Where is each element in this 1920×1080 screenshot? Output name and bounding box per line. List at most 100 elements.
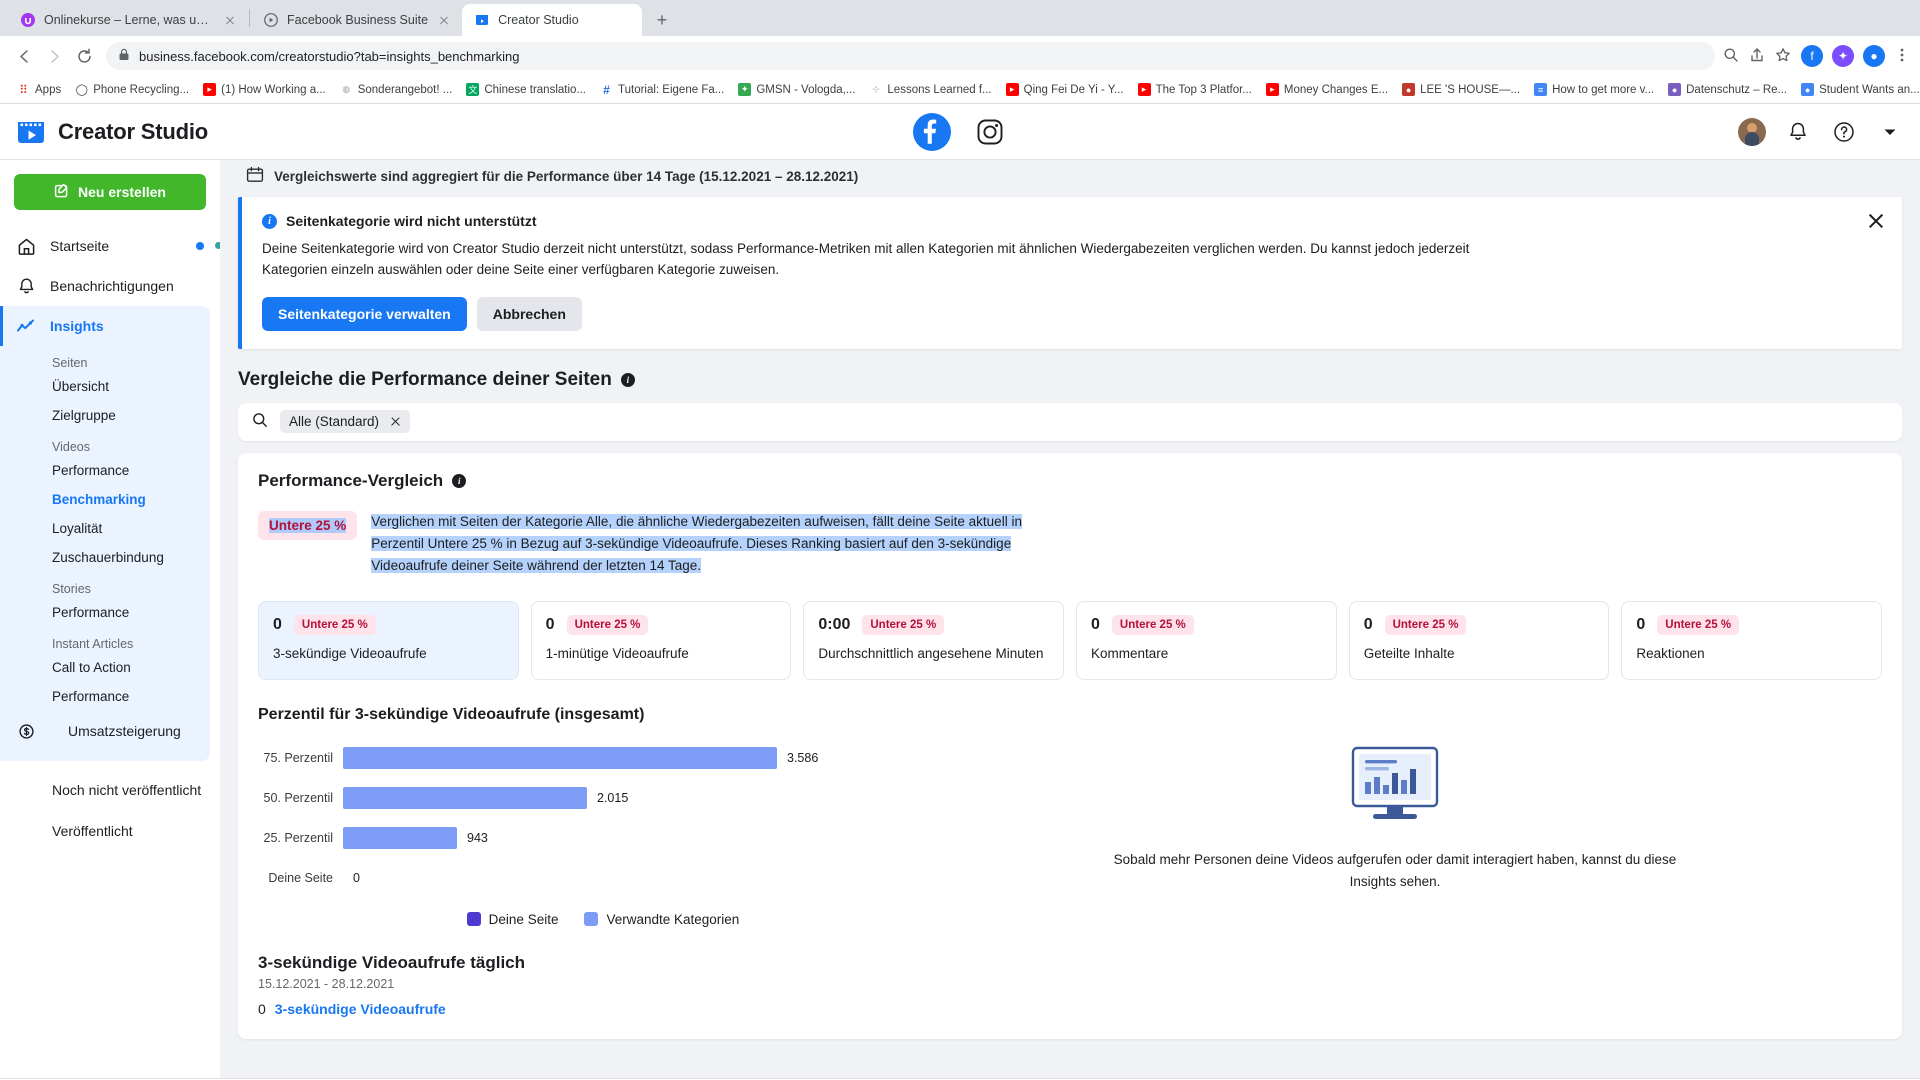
tab-instagram[interactable]	[973, 115, 1007, 149]
metric-card[interactable]: 0 Untere 25 % Kommentare	[1076, 600, 1337, 680]
bookmark-item[interactable]: ▸ Money Changes E...	[1259, 81, 1395, 98]
bookmark-label: GMSN - Vologda,...	[756, 83, 856, 96]
sidebar-group-heading: Videos	[52, 440, 90, 454]
legend-swatch	[584, 912, 599, 927]
extension-icon[interactable]: ✦	[1832, 45, 1854, 67]
close-icon[interactable]	[436, 12, 452, 28]
metric-card[interactable]: 0 Untere 25 % Reaktionen	[1621, 600, 1883, 680]
youtube-icon: ▸	[203, 83, 217, 96]
category-search-bar[interactable]: Alle (Standard)	[238, 402, 1902, 441]
hash-icon: #	[603, 82, 610, 97]
manage-category-button[interactable]: Seitenkategorie verwalten	[262, 296, 467, 331]
chrome-menu-icon[interactable]	[1894, 47, 1910, 66]
bookmark-item[interactable]: ● LEE 'S HOUSE—...	[1395, 81, 1527, 98]
metric-card[interactable]: 0 Untere 25 % 3-sekündige Videoaufrufe	[258, 600, 519, 680]
back-button[interactable]	[10, 42, 38, 70]
bookmark-item[interactable]: ◍ Sonderangebot! ...	[333, 81, 460, 98]
sidebar-item-zielgruppe[interactable]: Zielgruppe	[0, 401, 210, 430]
browser-tab-2[interactable]: Facebook Business Suite	[251, 4, 462, 36]
facebook-profile-icon[interactable]: ●	[1863, 45, 1885, 67]
tab-strip: Onlinekurse – Lerne, was und w Facebook …	[0, 0, 1920, 36]
avatar[interactable]	[1738, 117, 1766, 146]
bookmark-label: Qing Fei De Yi - Y...	[1023, 83, 1124, 96]
sidebar-item-stories-performance[interactable]: Performance	[0, 598, 210, 627]
sidebar-item-zuschauerbindung[interactable]: Zuschauerbindung	[0, 543, 210, 572]
bookmark-item[interactable]: ▸ (1) How Working a...	[196, 81, 333, 98]
translate-icon: 文	[466, 83, 480, 96]
bookmark-item[interactable]: 文 Chinese translatio...	[459, 81, 593, 98]
browser-tab-1[interactable]: Onlinekurse – Lerne, was und w	[8, 4, 248, 36]
creator-studio-logo[interactable]: Creator Studio	[16, 117, 236, 147]
close-icon[interactable]	[390, 416, 401, 427]
forward-button[interactable]	[40, 42, 68, 70]
bookmark-item[interactable]: ◯ Phone Recycling...	[68, 81, 196, 98]
sidebar-item-umsatzsteigerung[interactable]: Umsatzsteigerung	[0, 711, 210, 751]
legend-item: Deine Seite	[466, 912, 558, 927]
sidebar-item-insights[interactable]: Insights	[0, 306, 210, 346]
reload-button[interactable]	[70, 42, 98, 70]
facebook-extension-icon[interactable]: f	[1801, 45, 1823, 67]
metric-top: 0 Untere 25 %	[1636, 614, 1867, 635]
sidebar-group-heading: Seiten	[52, 356, 88, 370]
new-tab-button[interactable]: +	[648, 6, 676, 34]
bookmark-item[interactable]: ▸ The Top 3 Platfor...	[1131, 81, 1259, 98]
status-badge: Untere 25 %	[566, 614, 649, 635]
bookmark-label: How to get more v...	[1552, 83, 1655, 96]
bookmark-item[interactable]: # Tutorial: Eigene Fa...	[593, 81, 731, 98]
youtube-icon: ▸	[1005, 83, 1019, 96]
sidebar-item-noch-nicht-veroeffentlicht[interactable]: Noch nicht veröffentlicht	[0, 775, 220, 806]
sidebar-item-veroeffentlicht[interactable]: Veröffentlicht	[0, 816, 220, 847]
metric-card[interactable]: 0:00 Untere 25 % Durchschnittlich angese…	[803, 600, 1065, 680]
insights-chart-icon	[16, 316, 36, 336]
metric-value: 0:00	[818, 615, 851, 633]
sidebar-item-ia-performance[interactable]: Performance	[0, 682, 210, 711]
metric-card[interactable]: 0 Untere 25 % Geteilte Inhalte	[1348, 600, 1610, 680]
bookmark-star-icon[interactable]	[1775, 47, 1791, 66]
close-icon[interactable]	[1866, 211, 1886, 231]
metric-label: 1-minütige Videoaufrufe	[545, 645, 689, 661]
bookmark-label: Sonderangebot! ...	[357, 83, 453, 96]
platform-switcher	[236, 112, 1684, 151]
monitor-chart-icon	[1347, 746, 1443, 827]
category-chip[interactable]: Alle (Standard)	[280, 410, 411, 434]
sidebar-item-startseite[interactable]: Startseite	[0, 226, 220, 266]
metric-card[interactable]: 0 Untere 25 % 1-minütige Videoaufrufe	[530, 600, 792, 680]
metric-top: 0 Untere 25 %	[273, 614, 504, 635]
browser-tab-3[interactable]: Creator Studio	[462, 4, 643, 36]
cancel-button[interactable]: Abbrechen	[476, 296, 582, 331]
app-title: Creator Studio	[58, 118, 208, 144]
browser-tab-2-title: Facebook Business Suite	[287, 13, 429, 27]
daily-metric-link[interactable]: 3-sekündige Videoaufrufe	[275, 1001, 446, 1017]
banner-body: Deine Seitenkategorie wird von Creator S…	[262, 241, 1470, 277]
bookmark-item[interactable]: ⠿ Apps	[10, 81, 68, 98]
legend-item: Verwandte Kategorien	[584, 912, 739, 927]
sidebar-item-loyalitaet[interactable]: Loyalität	[0, 514, 210, 543]
sidebar-item-benachrichtigungen[interactable]: Benachrichtigungen	[0, 266, 220, 306]
bookmark-item[interactable]: ● Datenschutz – Re...	[1661, 81, 1794, 98]
bookmark-item[interactable]: ✦ GMSN - Vologda,...	[731, 81, 862, 98]
address-bar[interactable]: business.facebook.com/creatorstudio?tab=…	[106, 42, 1715, 70]
sidebar-item-uebersicht[interactable]: Übersicht	[0, 372, 210, 401]
sidebar-item-videos-performance[interactable]: Performance	[0, 456, 210, 485]
bookmark-item[interactable]: ▸ Qing Fei De Yi - Y...	[999, 81, 1131, 98]
sidebar-item-benchmarking[interactable]: Benchmarking	[0, 485, 210, 514]
help-icon[interactable]	[1830, 118, 1858, 146]
status-badge-text: Untere 25 %	[269, 517, 347, 533]
sidebar-item-label: Startseite	[50, 238, 110, 254]
share-icon[interactable]	[1749, 47, 1765, 66]
create-new-button[interactable]: Neu erstellen	[14, 174, 206, 210]
bookmark-item[interactable]: ● Student Wants an...	[1794, 81, 1920, 98]
tab-facebook[interactable]	[913, 112, 951, 151]
metric-label: Geteilte Inhalte	[1363, 645, 1455, 661]
bookmark-item[interactable]: ≡ How to get more v...	[1527, 81, 1661, 98]
bookmark-item[interactable]: ⊹ Lessons Learned f...	[862, 81, 998, 98]
chevron-down-icon[interactable]	[1876, 118, 1904, 146]
sidebar-item-call-to-action[interactable]: Call to Action	[0, 653, 210, 682]
zoom-search-icon[interactable]	[1723, 47, 1739, 66]
metric-cards: 0 Untere 25 % 3-sekündige Videoaufrufe 0…	[258, 600, 1883, 680]
summary-row: Untere 25 % Verglichen mit Seiten der Ka…	[258, 510, 1882, 577]
info-icon[interactable]: i	[620, 372, 635, 387]
bell-icon[interactable]	[1784, 118, 1812, 146]
close-icon[interactable]	[222, 12, 238, 28]
info-icon[interactable]: i	[452, 473, 467, 488]
